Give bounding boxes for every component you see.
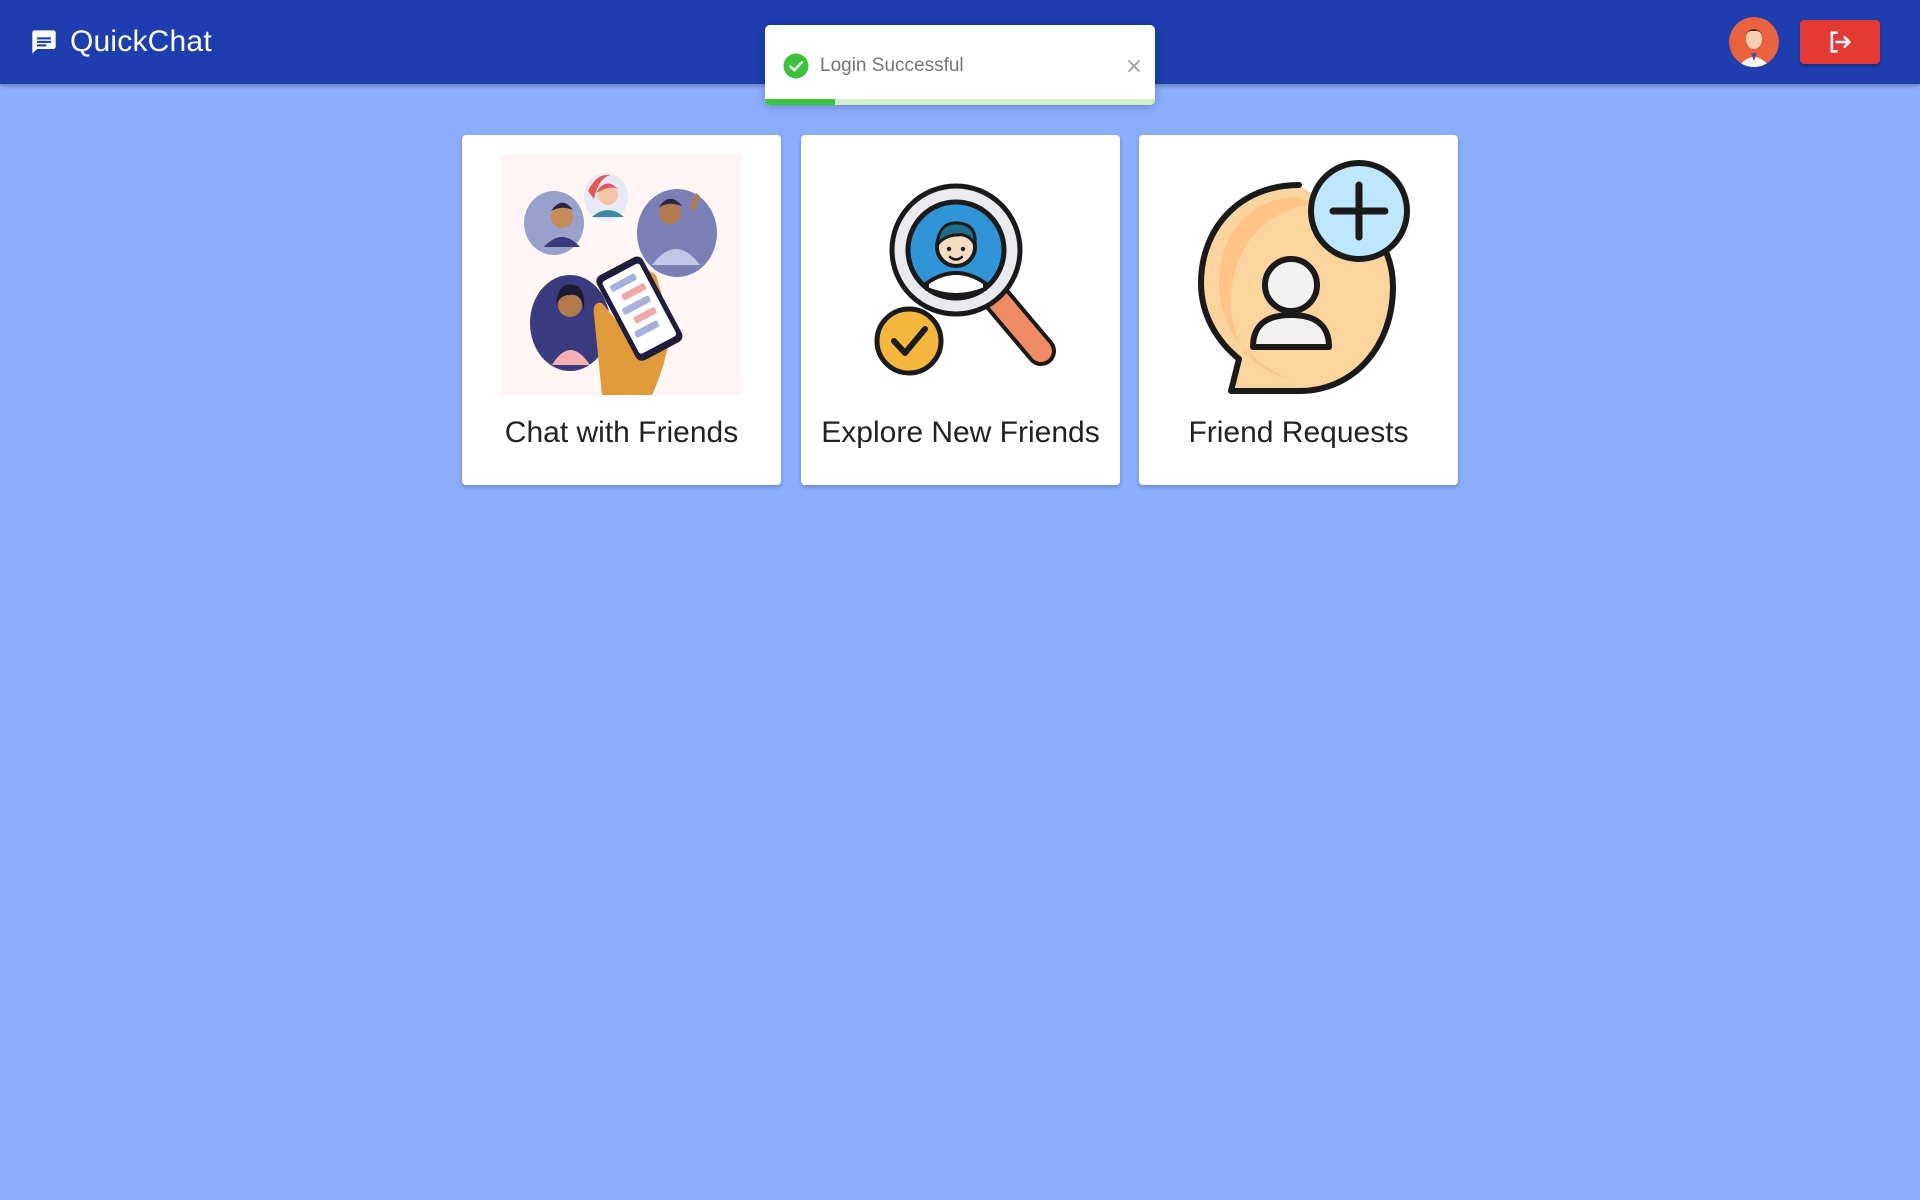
user-avatar[interactable] (1729, 17, 1779, 67)
toast-progress-track (765, 99, 1155, 105)
check-circle-icon (783, 53, 809, 79)
friend-requests-card[interactable]: Friend Requests (1139, 135, 1458, 485)
avatar-icon (1729, 17, 1779, 67)
toast-message: Login Successful (820, 55, 964, 76)
card-label: Friend Requests (1188, 416, 1409, 449)
close-icon[interactable] (1127, 59, 1141, 73)
app-title: QuickChat (70, 25, 212, 58)
login-toast: Login Successful (765, 25, 1155, 105)
logout-button[interactable] (1800, 20, 1880, 64)
chat-with-friends-card[interactable]: Chat with Friends (462, 135, 781, 485)
people-chatting-illustration (502, 155, 742, 395)
logout-icon (1830, 31, 1851, 53)
chat-bubble-icon (32, 30, 56, 54)
brand[interactable]: QuickChat (30, 22, 212, 62)
explore-new-friends-card[interactable]: Explore New Friends (801, 135, 1120, 485)
card-label: Explore New Friends (821, 416, 1100, 449)
card-label: Chat with Friends (504, 416, 739, 449)
toast-progress-fill (765, 99, 836, 105)
add-friend-icon (1198, 160, 1410, 394)
search-person-icon (874, 183, 1056, 376)
